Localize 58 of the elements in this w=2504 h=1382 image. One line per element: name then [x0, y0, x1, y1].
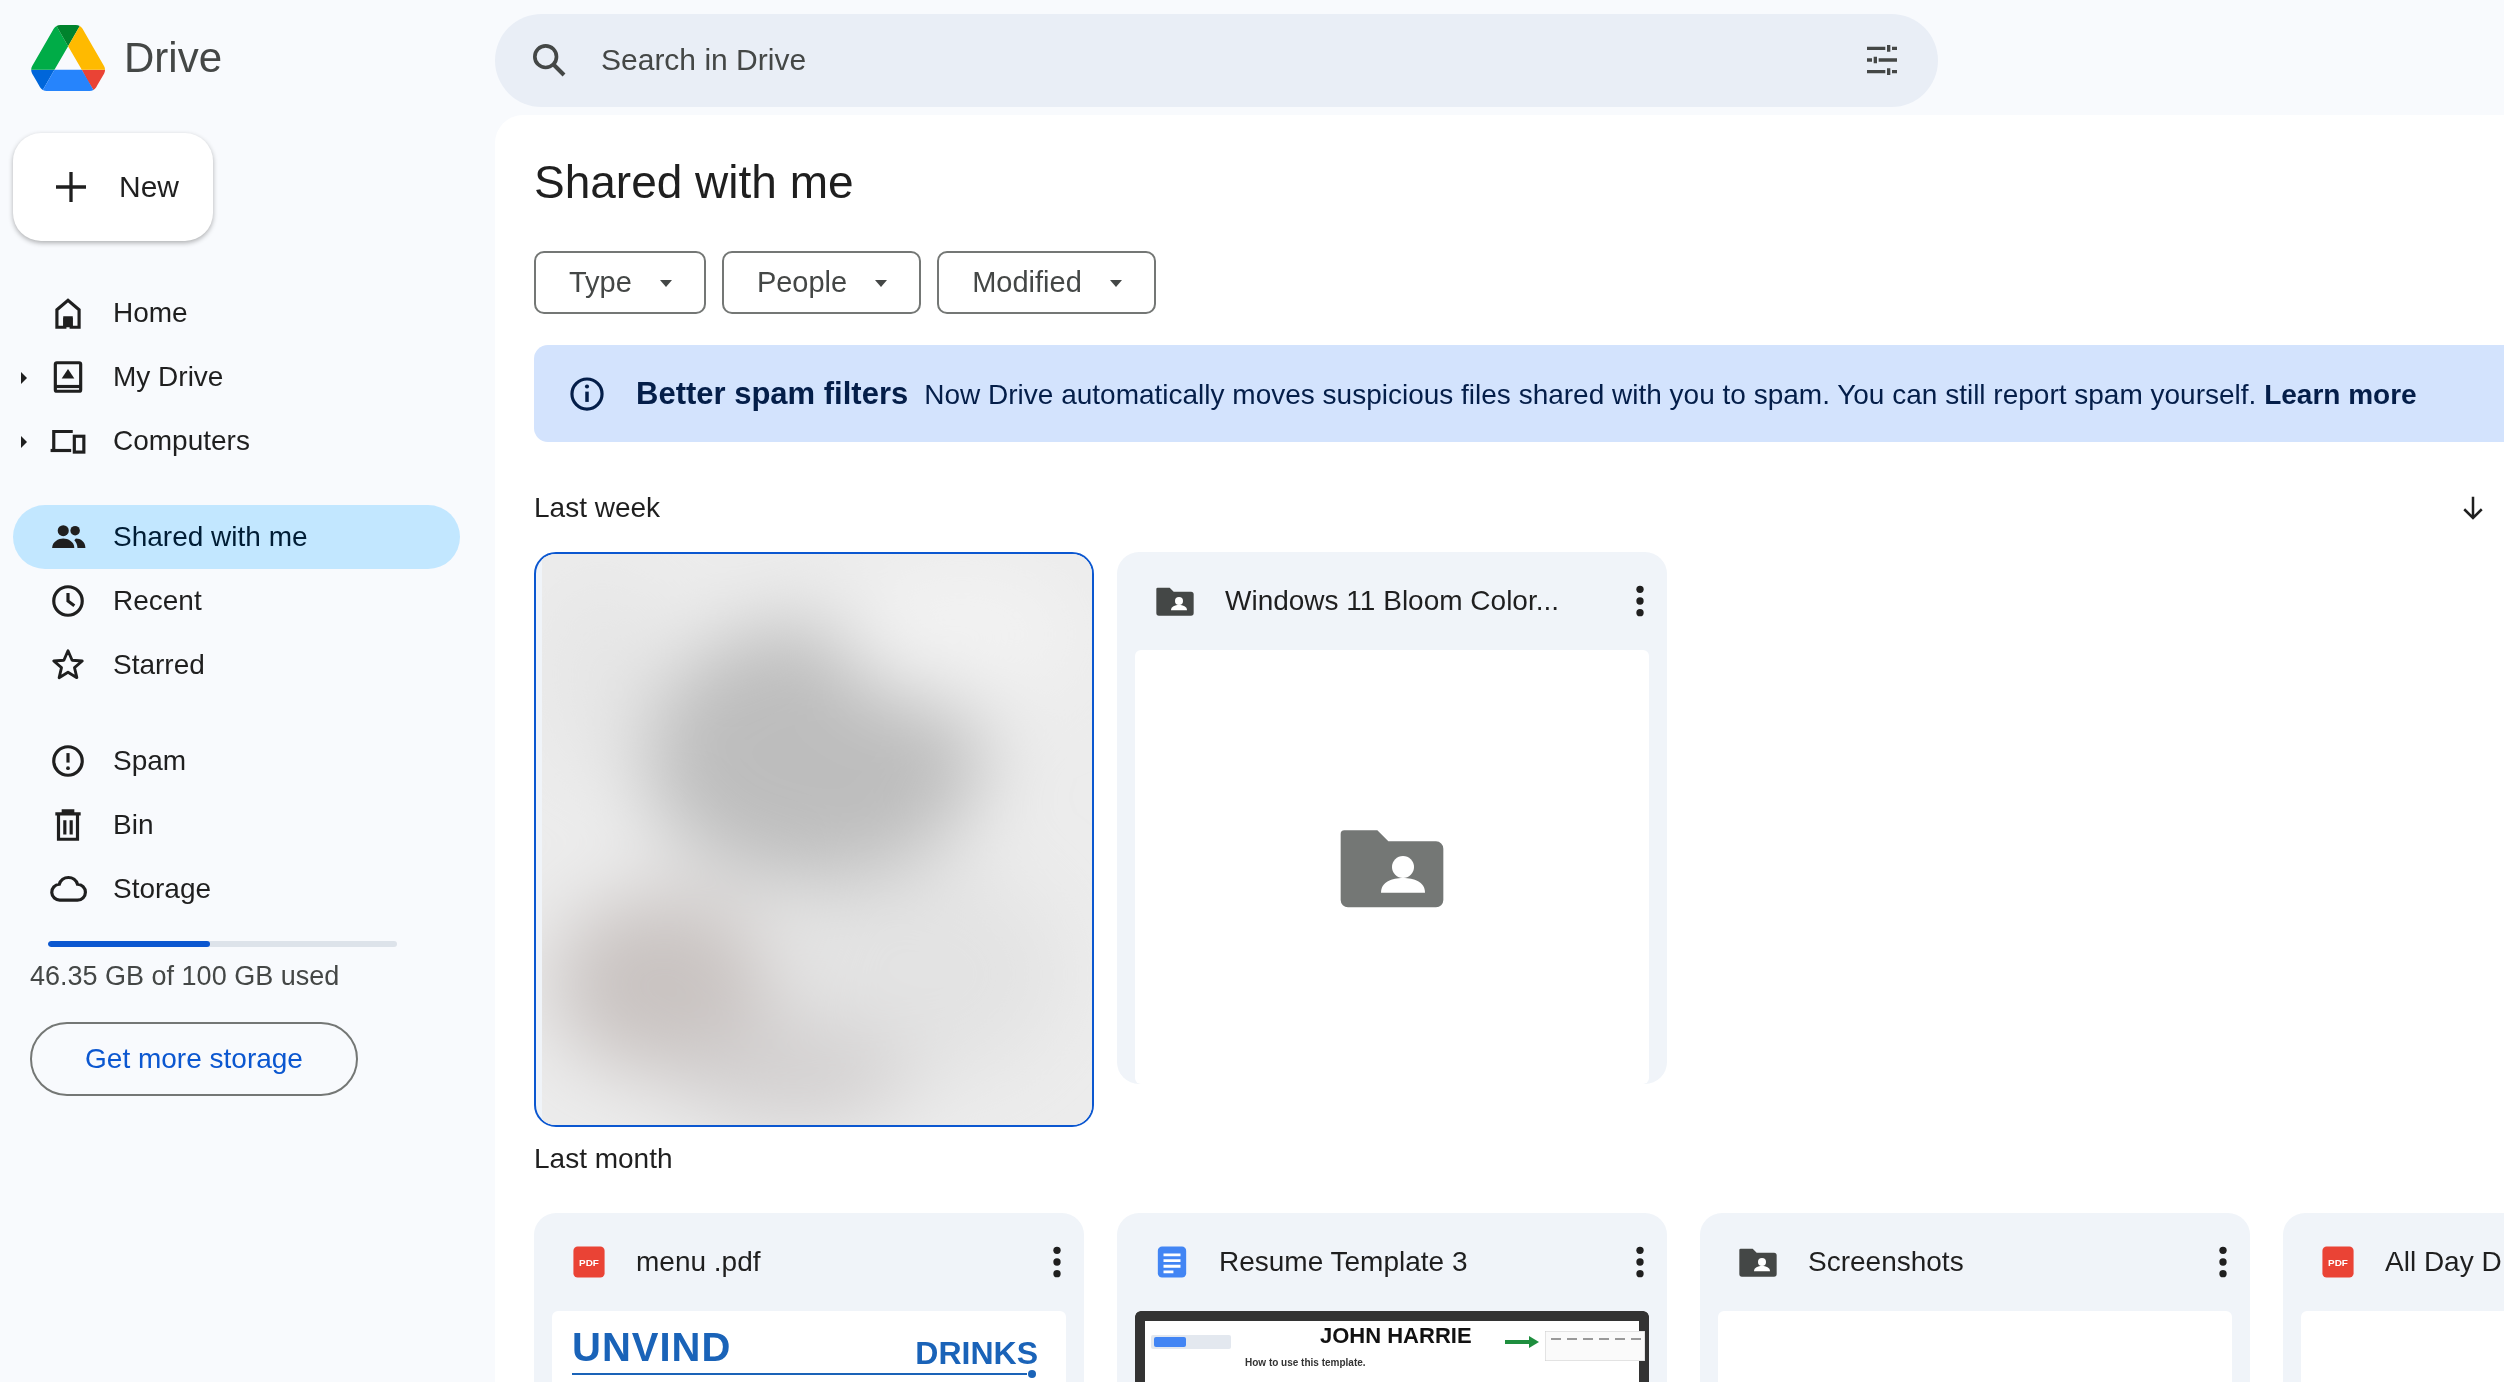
- get-storage-button[interactable]: Get more storage: [30, 1022, 358, 1096]
- nav-item[interactable]: Storage: [13, 857, 460, 921]
- more-options-icon[interactable]: [2218, 1245, 2228, 1279]
- arrow-icon: [1505, 1335, 1541, 1349]
- search-field[interactable]: Search in Drive: [599, 42, 1832, 78]
- filter-chip[interactable]: Type: [534, 251, 706, 314]
- preview-text: How to use this template.: [1245, 1357, 1366, 1368]
- file-name: Windows 11 Bloom Color...: [1225, 585, 1561, 617]
- nav-item[interactable]: Bin: [13, 793, 460, 857]
- file-name: menu .pdf: [636, 1246, 762, 1278]
- caret-icon[interactable]: [19, 435, 29, 449]
- file-card[interactable]: PDF All Day D: [2283, 1213, 2504, 1382]
- nav-item[interactable]: Home: [13, 281, 460, 345]
- file-card[interactable]: Resume Template 3 JOHN HARRIE How to use this template.: [1117, 1213, 1667, 1382]
- preview-heading: DRINKS: [915, 1335, 1038, 1372]
- new-button[interactable]: New: [13, 133, 213, 241]
- nav-item[interactable]: Starred: [13, 633, 460, 697]
- banner-title: Better spam filters: [636, 375, 909, 412]
- file-card[interactable]: Windows 11 Bloom Color...: [1117, 552, 1667, 1084]
- learn-more-link[interactable]: Learn more: [2264, 378, 2417, 410]
- nav-item[interactable]: Computers: [13, 409, 460, 473]
- warning-icon: [49, 742, 87, 780]
- plus-icon: [53, 169, 89, 205]
- storage-usage: 46.35 GB of 100 GB used: [30, 961, 341, 992]
- dropdown-icon: [657, 277, 674, 288]
- nav-item[interactable]: My Drive: [13, 345, 460, 409]
- shared-folder-icon: [1155, 585, 1195, 617]
- more-options-icon[interactable]: [1635, 584, 1645, 618]
- file-name: All Day D: [2385, 1246, 2503, 1278]
- file-card[interactable]: Screenshots: [1700, 1213, 2250, 1382]
- pdf-icon: PDF: [572, 1245, 606, 1279]
- filter-chip[interactable]: Modified: [937, 251, 1156, 314]
- shared-folder-icon: [1738, 1246, 1778, 1278]
- app-name: Drive: [124, 33, 222, 82]
- section-heading: Last week: [534, 492, 661, 524]
- clock-icon: [49, 582, 87, 620]
- more-options-icon[interactable]: [1052, 1245, 1062, 1279]
- banner-text: Now Drive automatically moves suspicious files shared with you to spam. You can still report spam yourself. Learn more: [924, 378, 2417, 411]
- more-options-icon[interactable]: [1635, 1245, 1645, 1279]
- caret-icon[interactable]: [19, 371, 29, 385]
- dropdown-icon: [1107, 277, 1124, 288]
- info-icon: [568, 374, 606, 413]
- preview-heading: UNVIND: [572, 1325, 732, 1370]
- file-name: Resume Template 3: [1219, 1246, 1469, 1278]
- pdf-icon: PDF: [2321, 1245, 2355, 1279]
- drive-logo-icon: [30, 24, 106, 91]
- nav-item[interactable]: Spam: [13, 729, 460, 793]
- filter-chip[interactable]: People: [721, 251, 922, 314]
- search-bar[interactable]: Search in Drive: [495, 13, 1938, 107]
- file-card[interactable]: PDF menu .pdf UNVIND DRINKS: [534, 1213, 1084, 1382]
- document-icon: [1155, 1245, 1189, 1279]
- section-heading: Last month: [534, 1143, 673, 1175]
- nav-item[interactable]: Recent: [13, 569, 460, 633]
- dropdown-icon: [873, 277, 890, 288]
- nav-item[interactable]: Shared with me: [13, 505, 460, 569]
- preview-heading: JOHN HARRIE: [1320, 1323, 1472, 1349]
- page-title: Shared with me: [534, 155, 855, 209]
- file-name: Screenshots: [1808, 1246, 1965, 1278]
